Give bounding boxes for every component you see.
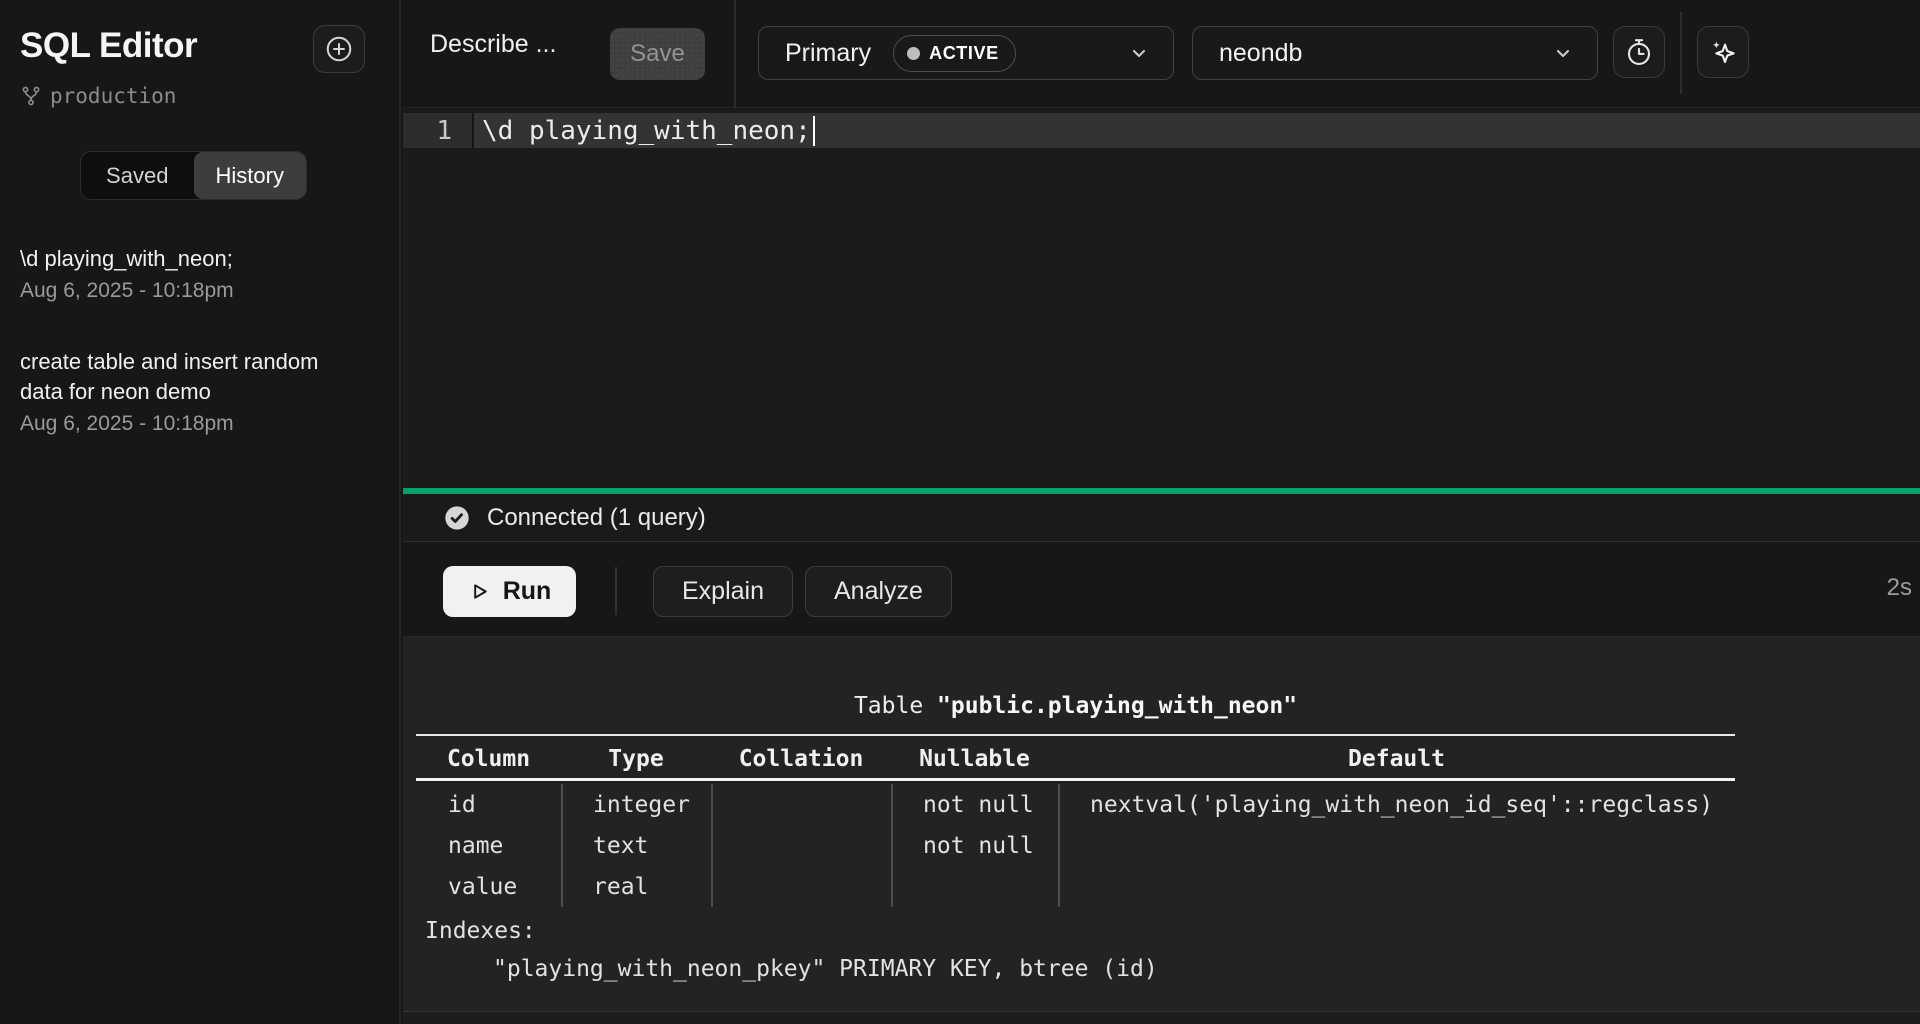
saved-history-toggle: Saved History [80,151,307,200]
history-item[interactable]: create table and insert random data for … [20,347,324,436]
table-cell [1058,825,1735,866]
ai-assistant-button[interactable] [1697,26,1749,78]
run-button-label: Run [503,577,552,606]
table-cell [891,866,1058,907]
table-cell: value [416,866,561,907]
branch-select-value: Primary [785,39,871,68]
top-toolbar: Describe ... Save Primary ACTIVE neondb [403,0,1920,108]
branch-select[interactable]: Primary ACTIVE [758,26,1174,80]
history-list: \d playing_with_neon; Aug 6, 2025 - 10:18… [20,244,324,480]
table-cell: not null [891,825,1058,866]
explain-button[interactable]: Explain [653,566,793,617]
connection-status-text: Connected (1 query) [487,504,706,532]
toolbar-divider [1680,12,1682,94]
table-cell [711,866,891,907]
query-timer-button[interactable] [1613,26,1665,78]
table-cell: name [416,825,561,866]
result-table-name: "public.playing_with_neon" [937,693,1297,719]
column-header: Column [416,737,561,780]
query-duration: 2s [1887,574,1912,602]
column-header: Nullable [891,737,1058,780]
table-cell: nextval('playing_with_neon_id_seq'::regc… [1058,784,1735,825]
play-icon [468,580,491,603]
status-badge: ACTIVE [893,35,1016,72]
table-cell [1058,866,1735,907]
text-cursor [813,116,815,146]
history-item-timestamp: Aug 6, 2025 - 10:18pm [20,412,324,436]
table-cell: id [416,784,561,825]
code-line: \d playing_with_neon; [474,116,815,146]
database-select-value: neondb [1219,39,1302,68]
history-item[interactable]: \d playing_with_neon; Aug 6, 2025 - 10:18… [20,244,324,303]
chevron-down-icon [1551,41,1575,65]
editor-active-line: 1 \d playing_with_neon; [403,113,1920,148]
sql-editor-app: SQL Editor production Saved [0,0,1920,1024]
run-button[interactable]: Run [443,566,576,617]
database-select[interactable]: neondb [1192,26,1598,80]
column-header: Collation [711,737,891,780]
history-item-timestamp: Aug 6, 2025 - 10:18pm [20,279,324,303]
branch-name: production [50,84,176,108]
history-item-title: \d playing_with_neon; [20,244,324,274]
index-line: "playing_with_neon_pkey" PRIMARY KEY, bt… [493,956,1158,982]
action-divider [615,567,617,615]
sidebar: SQL Editor production Saved [0,0,401,1024]
tab-history[interactable]: History [194,152,307,199]
stopwatch-icon [1624,37,1654,67]
index-lines: "playing_with_neon_pkey" PRIMARY KEY, bt… [493,956,1158,982]
toolbar-divider [734,0,736,108]
table-cell: not null [891,784,1058,825]
main-panel: Describe ... Save Primary ACTIVE neondb [403,0,1920,1024]
table-cell [711,784,891,825]
new-query-button[interactable] [313,25,365,73]
page-title: SQL Editor [20,26,197,66]
plus-circle-icon [324,34,354,64]
result-table-body: idinteger not nullnextval('playing_with_n… [416,784,1735,907]
table-cell: real [561,866,711,907]
history-item-title: create table and insert random data for … [20,347,324,407]
table-rule-top [416,734,1735,736]
table-cell [711,825,891,866]
save-button[interactable]: Save [610,28,705,80]
horizontal-scrollbar[interactable] [403,1011,1920,1024]
results-panel: Table "public.playing_with_neon" ColumnT… [403,637,1920,1024]
chevron-down-icon [1127,41,1151,65]
column-header: Default [1058,737,1735,780]
analyze-button[interactable]: Analyze [805,566,952,617]
result-table-title: Table "public.playing_with_neon" [416,693,1735,719]
table-cell: integer [561,784,711,825]
status-dot-icon [907,47,920,60]
tab-saved[interactable]: Saved [81,152,194,199]
column-header: Type [561,737,711,780]
query-tab-title: Describe ... [430,30,556,59]
table-rule-header [416,778,1735,781]
code-text: \d playing_with_neon; [482,116,811,146]
git-branch-icon [20,85,42,107]
action-bar: Run Explain Analyze 2s [403,541,1920,637]
result-table-header: ColumnTypeCollationNullableDefault [416,737,1735,780]
branch-indicator: production [20,84,176,108]
status-badge-label: ACTIVE [929,43,999,64]
indexes-label: Indexes: [425,918,536,944]
code-editor[interactable]: 1 \d playing_with_neon; [403,109,1920,488]
sparkle-icon [1707,36,1739,68]
line-number: 1 [403,113,474,148]
connection-statusbar: Connected (1 query) [403,494,1920,541]
table-cell: text [561,825,711,866]
check-circle-icon [443,504,471,532]
